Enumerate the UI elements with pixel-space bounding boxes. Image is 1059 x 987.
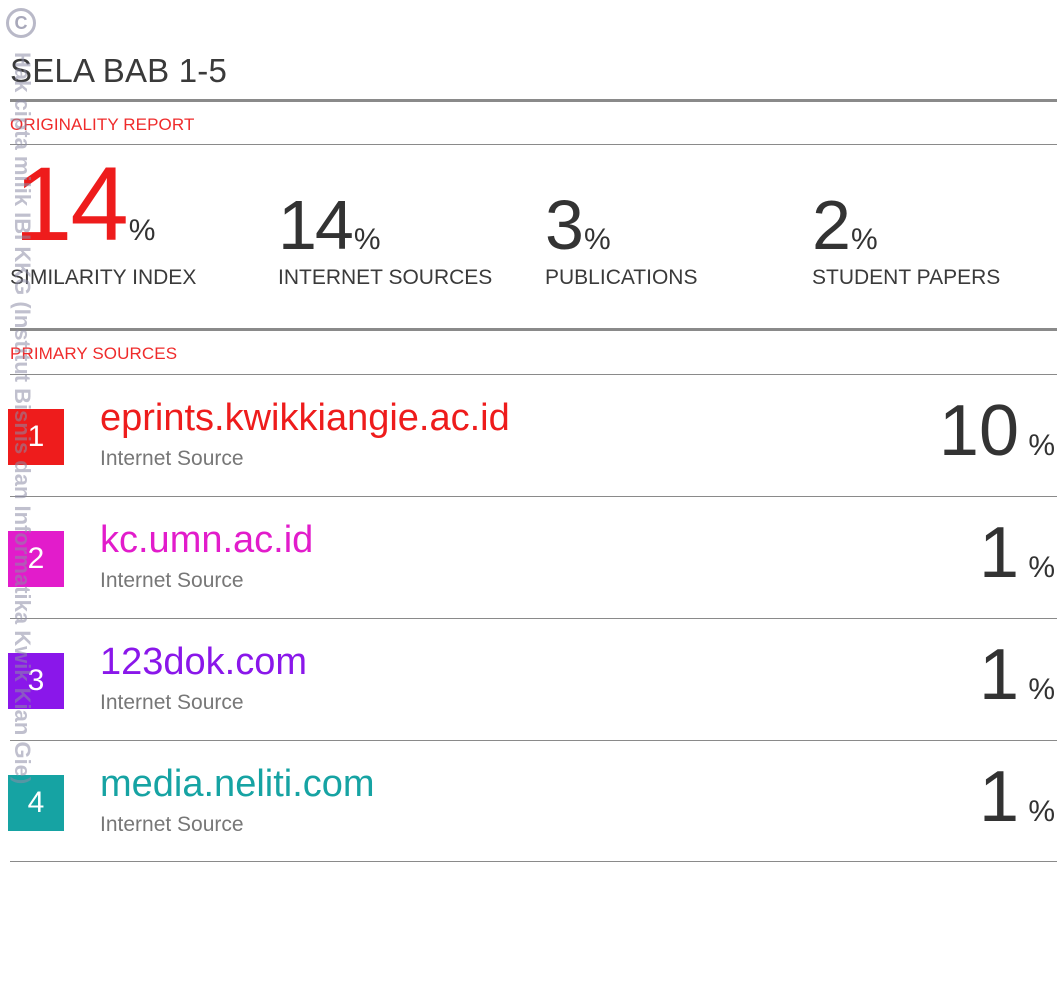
- source-percent-value: 10: [938, 391, 1019, 471]
- similarity-index-unit: %: [128, 214, 156, 247]
- originality-divider: [10, 144, 1057, 145]
- source-percent-value: 1: [978, 635, 1019, 715]
- publications-caption: PUBLICATIONS: [545, 266, 698, 289]
- source-row: 2 kc.umn.ac.id Internet Source 1 %: [0, 497, 1059, 619]
- publications-unit: %: [583, 223, 611, 256]
- source-type: Internet Source: [100, 569, 244, 592]
- publications-stat: 3% PUBLICATIONS: [545, 186, 697, 289]
- source-percent-unit: %: [1028, 795, 1055, 828]
- source-site-link[interactable]: kc.umn.ac.id: [100, 519, 313, 562]
- internet-sources-caption: INTERNET SOURCES: [278, 266, 493, 289]
- student-papers-value: 2: [812, 186, 851, 264]
- internet-sources-unit: %: [353, 223, 381, 256]
- internet-sources-value: 14: [278, 186, 354, 264]
- source-divider: [10, 861, 1057, 862]
- source-row: 3 123dok.com Internet Source 1 %: [0, 619, 1059, 741]
- source-type: Internet Source: [100, 691, 244, 714]
- source-row: 1 eprints.kwikkiangie.ac.id Internet Sou…: [0, 375, 1059, 497]
- copyright-watermark: C Hak cipta milik IBI KKG (Institut Bisn…: [0, 0, 40, 987]
- turnitin-report-page: SELA BAB 1-5 ORIGINALITY REPORT 14% SIMI…: [0, 0, 1059, 987]
- source-site-link[interactable]: 123dok.com: [100, 641, 307, 684]
- source-percent-unit: %: [1028, 551, 1055, 584]
- source-percent-value: 1: [978, 513, 1019, 593]
- student-papers-unit: %: [850, 223, 878, 256]
- copyright-watermark-text: Hak cipta milik IBI KKG (Institut Bisnis…: [10, 52, 35, 785]
- source-percent-unit: %: [1028, 429, 1055, 462]
- internet-sources-stat: 14% INTERNET SOURCES: [278, 186, 492, 289]
- publications-value: 3: [545, 186, 584, 264]
- source-site-link[interactable]: eprints.kwikkiangie.ac.id: [100, 397, 510, 440]
- document-title: SELA BAB 1-5: [10, 52, 228, 89]
- student-papers-stat: 2% STUDENT PAPERS: [812, 186, 1000, 289]
- student-papers-caption: STUDENT PAPERS: [812, 266, 1001, 289]
- source-site-link[interactable]: media.neliti.com: [100, 763, 375, 806]
- source-type: Internet Source: [100, 447, 244, 470]
- source-type: Internet Source: [100, 813, 244, 836]
- source-percent-value: 1: [978, 757, 1019, 837]
- source-percent-unit: %: [1028, 673, 1055, 706]
- source-row: 4 media.neliti.com Internet Source 1 %: [0, 741, 1059, 863]
- stats-divider: [10, 328, 1057, 331]
- title-divider: [10, 99, 1057, 102]
- copyright-icon: C: [6, 8, 36, 38]
